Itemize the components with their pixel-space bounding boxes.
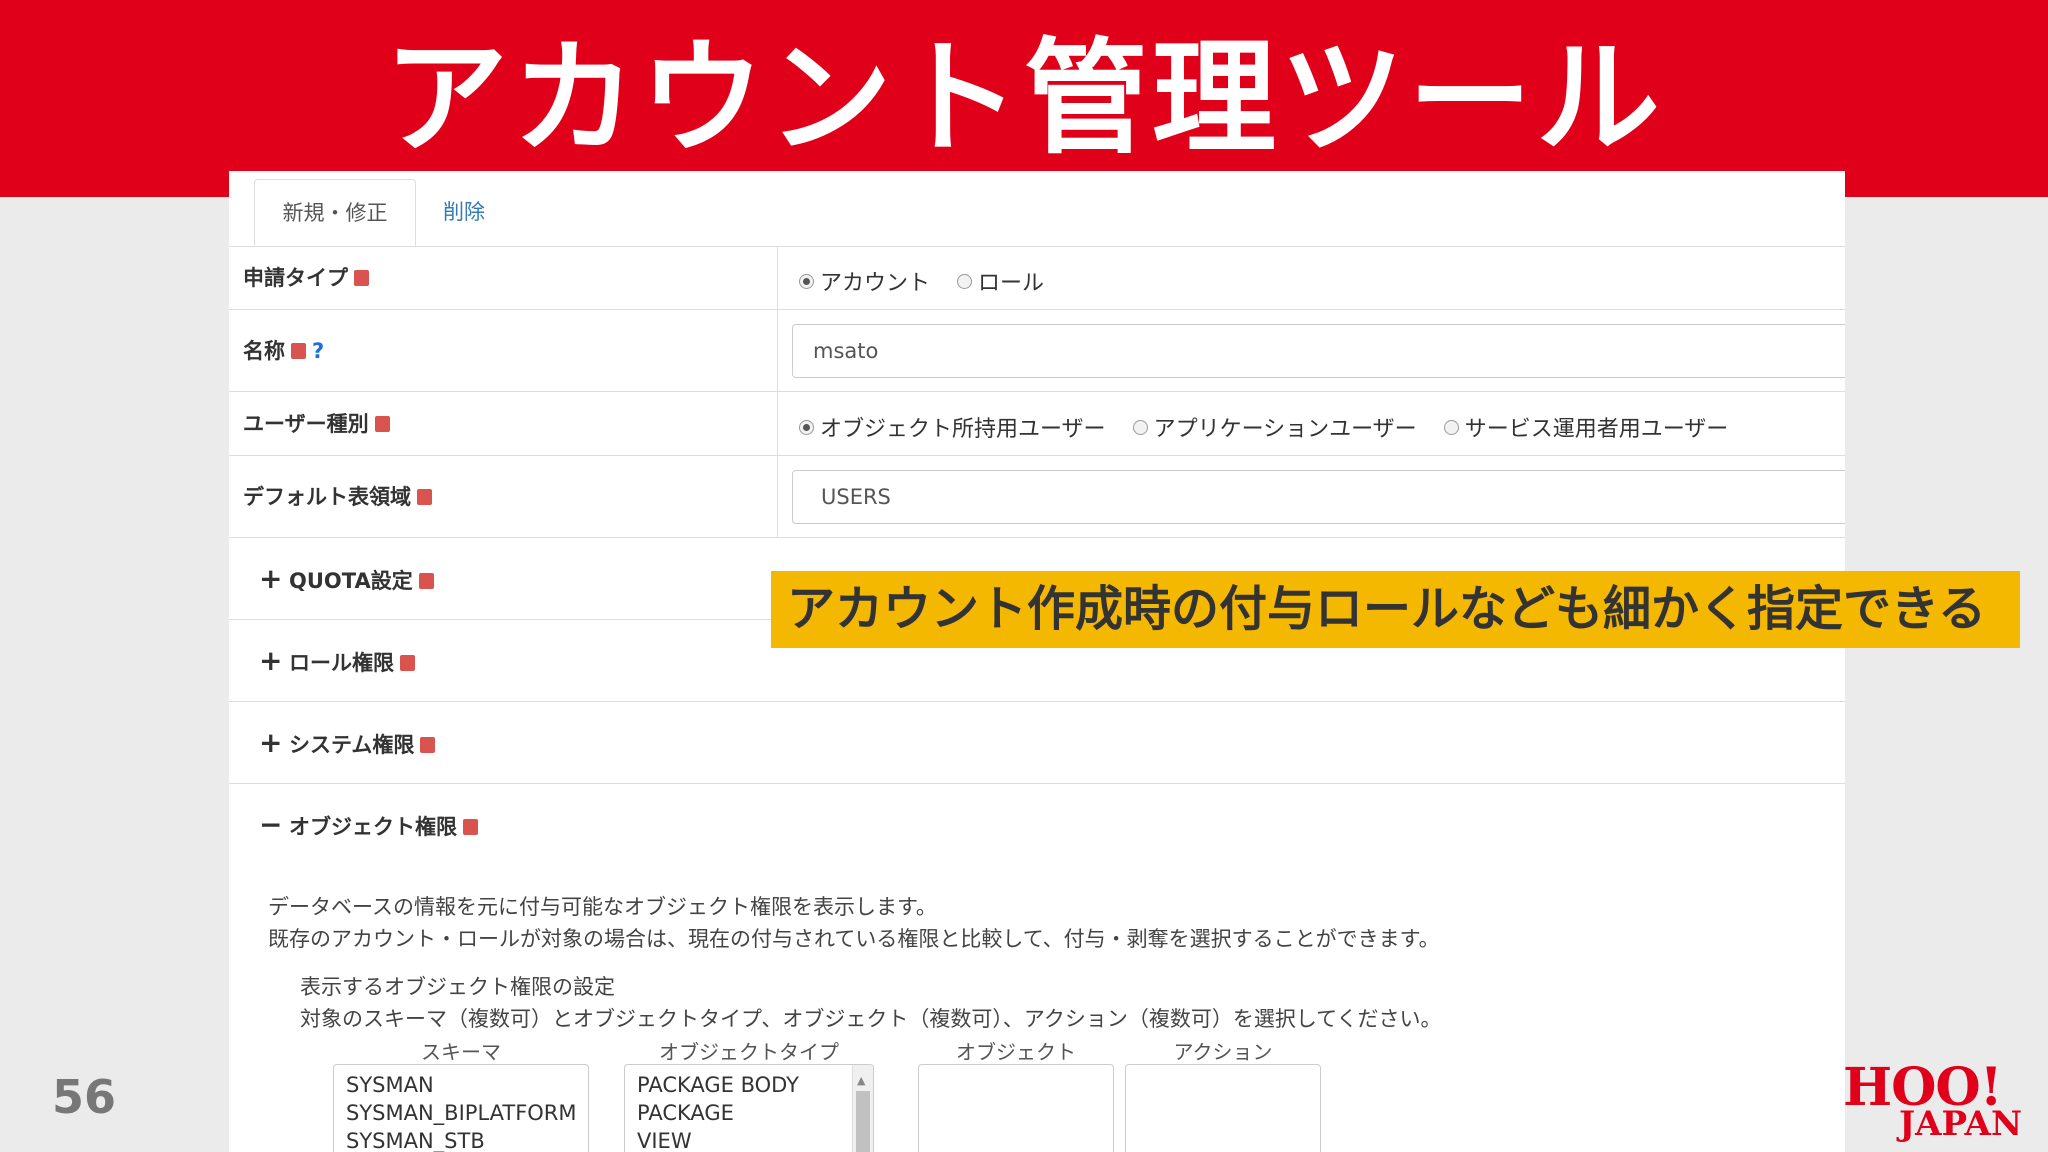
page-number: 56: [52, 1070, 117, 1124]
object-listbox[interactable]: [918, 1064, 1114, 1152]
name-label-text: 名称: [243, 339, 285, 363]
radio-role-label: ロール: [978, 271, 1045, 296]
default-tablespace-label-text: デフォルト表領域: [243, 485, 411, 509]
required-marker: [420, 737, 436, 753]
user-type-label: ユーザー種別: [243, 392, 390, 456]
system-privilege-section-header[interactable]: + システム権限: [259, 702, 436, 786]
schema-listbox[interactable]: SYSMAN SYSMAN_BIPLATFORM SYSMAN_STB: [333, 1064, 589, 1152]
system-privilege-section-title: システム権限: [289, 733, 415, 757]
quota-section-title: QUOTA設定: [289, 569, 413, 593]
collapse-minus-icon: −: [259, 808, 283, 841]
required-marker: [418, 573, 434, 589]
column-divider: [777, 392, 778, 455]
object-type-column-header: オブジェクトタイプ: [659, 1040, 839, 1064]
scrollbar-thumb[interactable]: [856, 1091, 870, 1152]
object-privilege-description-1: データベースの情報を元に付与可能なオブジェクト権限を表示します。: [268, 895, 937, 919]
yahoo-japan-logo: HOO! JAPAN: [1843, 1060, 2048, 1152]
request-type-row: 申請タイプ アカウント ロール: [229, 247, 1845, 310]
object-type-listbox[interactable]: PACKAGE BODY PACKAGE VIEW ▲: [624, 1064, 874, 1152]
object-privilege-description-2: 既存のアカウント・ロールが対象の場合は、現在の付与されている権限と比較して、付与…: [268, 927, 1440, 951]
radio-account-label: アカウント: [820, 271, 931, 296]
help-icon[interactable]: ?: [312, 339, 324, 363]
name-label: 名称?: [243, 310, 324, 392]
role-privilege-section-header[interactable]: + ロール権限: [259, 620, 415, 704]
radio-checked-icon: [799, 420, 814, 435]
object-privilege-settings-title: 表示するオブジェクト権限の設定: [300, 975, 615, 999]
schema-option[interactable]: SYSMAN_BIPLATFORM: [346, 1099, 588, 1127]
object-type-option[interactable]: PACKAGE BODY: [637, 1071, 873, 1099]
required-marker: [417, 489, 432, 505]
slide-title: アカウント管理ツール: [383, 27, 1664, 171]
object-column-header: オブジェクト: [956, 1040, 1076, 1064]
radio-checked-icon: [799, 274, 814, 289]
column-divider: [777, 247, 778, 309]
column-divider: [777, 456, 778, 537]
radio-unchecked-icon: [1132, 420, 1148, 435]
radio-role[interactable]: ロール: [957, 265, 1044, 297]
system-privilege-section: + システム権限: [229, 702, 1845, 784]
expand-plus-icon: +: [259, 726, 283, 759]
object-privilege-section-title: オブジェクト権限: [289, 815, 457, 839]
callout-text: アカウント作成時の付与ロールなども細かく指定できる: [787, 581, 1987, 637]
required-marker: [463, 819, 478, 835]
role-privilege-section-title: ロール権限: [289, 651, 394, 675]
expand-plus-icon: +: [259, 562, 283, 595]
radio-service-operator-user[interactable]: サービス運用者用ユーザー: [1443, 411, 1729, 443]
expand-plus-icon: +: [259, 644, 283, 677]
object-type-option[interactable]: VIEW: [637, 1127, 873, 1152]
object-privilege-section-header[interactable]: − オブジェクト権限: [259, 784, 478, 868]
quota-section-header[interactable]: + QUOTA設定: [259, 538, 434, 622]
user-type-row: ユーザー種別 オブジェクト所持用ユーザー アプリケーションユーザー サービス運用…: [229, 392, 1845, 456]
radio-service-operator-user-label: サービス運用者用ユーザー: [1464, 417, 1729, 442]
request-type-radio-group: アカウント ロール: [799, 265, 1064, 297]
user-type-radio-group: オブジェクト所持用ユーザー アプリケーションユーザー サービス運用者用ユーザー: [799, 411, 1748, 443]
object-privilege-settings-description: 対象のスキーマ（複数可）とオブジェクトタイプ、オブジェクト（複数可）、アクション…: [300, 1007, 1442, 1031]
schema-option[interactable]: SYSMAN_STB: [346, 1127, 588, 1152]
tab-delete[interactable]: 削除: [429, 179, 499, 246]
name-row: 名称? msato: [229, 310, 1845, 392]
required-marker: [291, 343, 306, 359]
account-tool-panel: 新規・修正 削除 申請タイプ アカウント ロール 名称? msato ユーザー種…: [229, 171, 1845, 1152]
radio-object-owner-user[interactable]: オブジェクト所持用ユーザー: [799, 411, 1106, 443]
radio-object-owner-user-label: オブジェクト所持用ユーザー: [820, 417, 1106, 442]
column-divider: [777, 310, 778, 391]
action-listbox[interactable]: [1125, 1064, 1321, 1152]
object-type-option[interactable]: PACKAGE: [637, 1099, 873, 1127]
object-type-scrollbar[interactable]: ▲: [852, 1065, 873, 1152]
user-type-label-text: ユーザー種別: [243, 412, 369, 436]
required-marker: [400, 655, 415, 671]
radio-unchecked-icon: [957, 274, 973, 289]
tab-bar: 新規・修正 削除: [229, 171, 1845, 247]
radio-account[interactable]: アカウント: [799, 265, 930, 297]
schema-column-header: スキーマ: [421, 1040, 501, 1064]
required-marker: [374, 416, 390, 432]
radio-application-user[interactable]: アプリケーションユーザー: [1132, 411, 1417, 443]
action-column-header: アクション: [1173, 1040, 1273, 1064]
default-tablespace-input[interactable]: USERS: [792, 470, 1845, 524]
name-input[interactable]: msato: [792, 324, 1845, 378]
tab-new-edit[interactable]: 新規・修正: [254, 179, 416, 246]
logo-sub-text: JAPAN: [1899, 1104, 2023, 1144]
default-tablespace-label: デフォルト表領域: [243, 456, 432, 538]
radio-unchecked-icon: [1443, 420, 1459, 435]
required-marker: [354, 270, 369, 286]
radio-application-user-label: アプリケーションユーザー: [1153, 417, 1417, 442]
request-type-label: 申請タイプ: [243, 247, 369, 310]
schema-option[interactable]: SYSMAN: [346, 1071, 588, 1099]
request-type-label-text: 申請タイプ: [243, 266, 348, 290]
default-tablespace-row: デフォルト表領域 USERS: [229, 456, 1845, 538]
callout-box: アカウント作成時の付与ロールなども細かく指定できる: [771, 571, 2020, 648]
